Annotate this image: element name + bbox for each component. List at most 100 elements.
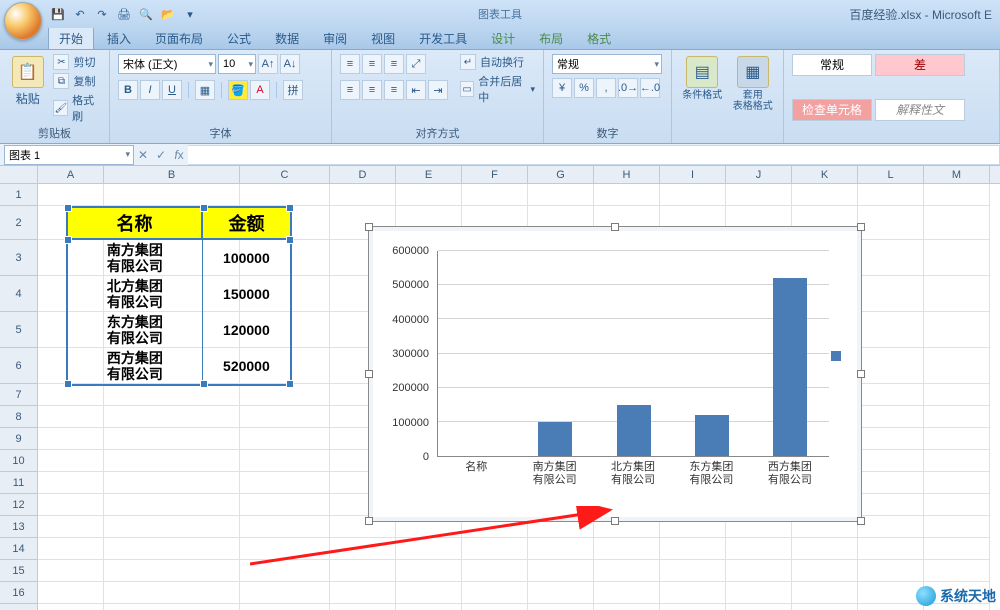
number-format-combo[interactable]: 常规 — [552, 54, 662, 74]
chart-handle[interactable] — [857, 223, 865, 231]
style-bad[interactable]: 差 — [875, 54, 965, 76]
row-7[interactable]: 7 — [0, 384, 37, 406]
selection-handle[interactable] — [286, 204, 294, 212]
chart-handle[interactable] — [857, 370, 865, 378]
row-15[interactable]: 15 — [0, 560, 37, 582]
tab-home[interactable]: 开始 — [48, 26, 94, 49]
row-2[interactable]: 2 — [0, 206, 37, 240]
row-17[interactable]: 17 — [0, 604, 37, 610]
format-as-table-button[interactable]: ▦ 套用 表格格式 — [731, 54, 776, 112]
qat-undo-icon[interactable]: ↶ — [72, 6, 88, 22]
row-16[interactable]: 16 — [0, 582, 37, 604]
tab-insert[interactable]: 插入 — [96, 26, 142, 49]
font-size-combo[interactable]: 10 — [218, 54, 256, 74]
border-button[interactable]: ▦ — [195, 80, 215, 100]
name-box[interactable]: 图表 1 — [4, 145, 134, 165]
qat-print-icon[interactable]: 🖨 — [116, 6, 132, 22]
col-d[interactable]: D — [330, 166, 396, 184]
cut-button[interactable]: ✂剪切 — [53, 54, 101, 70]
orientation-button[interactable]: ⤢ — [406, 54, 426, 74]
chart-handle[interactable] — [611, 223, 619, 231]
selection-handle[interactable] — [200, 204, 208, 212]
tab-view[interactable]: 视图 — [360, 26, 406, 49]
chart-handle[interactable] — [365, 223, 373, 231]
shrink-font-button[interactable]: A↓ — [280, 54, 300, 74]
row-8[interactable]: 8 — [0, 406, 37, 428]
col-i[interactable]: I — [660, 166, 726, 184]
row-1[interactable]: 1 — [0, 184, 37, 206]
qat-save-icon[interactable]: 💾 — [50, 6, 66, 22]
style-normal[interactable]: 常规 — [792, 54, 872, 76]
tab-review[interactable]: 审阅 — [312, 26, 358, 49]
currency-button[interactable]: ¥ — [552, 78, 572, 98]
align-bottom-button[interactable]: ≡ — [384, 54, 404, 74]
enter-icon[interactable]: ✓ — [152, 148, 170, 162]
fill-color-button[interactable]: 🪣 — [228, 80, 248, 100]
col-a[interactable]: A — [38, 166, 104, 184]
align-middle-button[interactable]: ≡ — [362, 54, 382, 74]
tab-chart-design[interactable]: 设计 — [480, 26, 526, 49]
percent-button[interactable]: % — [574, 78, 594, 98]
chart-object[interactable]: 0 100000 200000 300000 400000 500000 600… — [368, 226, 862, 522]
selection-handle[interactable] — [64, 236, 72, 244]
qat-open-icon[interactable]: 📂 — [160, 6, 176, 22]
bold-button[interactable]: B — [118, 80, 138, 100]
underline-button[interactable]: U — [162, 80, 182, 100]
row-4[interactable]: 4 — [0, 276, 37, 312]
dec-decimal-button[interactable]: ←.0 — [640, 78, 660, 98]
style-explain[interactable]: 解释性文 — [875, 99, 965, 121]
tab-chart-format[interactable]: 格式 — [576, 26, 622, 49]
selection-handle[interactable] — [64, 204, 72, 212]
tab-layout[interactable]: 页面布局 — [144, 26, 214, 49]
align-left-button[interactable]: ≡ — [340, 80, 360, 100]
chart-handle[interactable] — [365, 370, 373, 378]
tab-data[interactable]: 数据 — [264, 26, 310, 49]
qat-preview-icon[interactable]: 🔍 — [138, 6, 154, 22]
col-g[interactable]: G — [528, 166, 594, 184]
tab-formulas[interactable]: 公式 — [216, 26, 262, 49]
col-l[interactable]: L — [858, 166, 924, 184]
col-f[interactable]: F — [462, 166, 528, 184]
chart-plot-area[interactable]: 0 100000 200000 300000 400000 500000 600… — [383, 241, 847, 507]
cancel-icon[interactable]: ✕ — [134, 148, 152, 162]
format-painter-button[interactable]: 🖌格式刷 — [53, 92, 101, 124]
comma-button[interactable]: , — [596, 78, 616, 98]
selected-range[interactable]: 名称金额 南方集团有限公司100000 北方集团有限公司150000 东方集团有… — [66, 206, 292, 386]
font-color-button[interactable]: A — [250, 80, 270, 100]
selection-handle[interactable] — [286, 236, 294, 244]
col-b[interactable]: B — [104, 166, 240, 184]
merge-center-button[interactable]: ▭合并后居中▾ — [460, 73, 535, 105]
inc-decimal-button[interactable]: .0→ — [618, 78, 638, 98]
col-k[interactable]: K — [792, 166, 858, 184]
row-9[interactable]: 9 — [0, 428, 37, 450]
col-c[interactable]: C — [240, 166, 330, 184]
tab-developer[interactable]: 开发工具 — [408, 26, 478, 49]
indent-inc-button[interactable]: ⇥ — [428, 80, 448, 100]
col-j[interactable]: J — [726, 166, 792, 184]
align-center-button[interactable]: ≡ — [362, 80, 382, 100]
wrap-text-button[interactable]: ↵自动换行 — [460, 54, 535, 70]
qat-redo-icon[interactable]: ↷ — [94, 6, 110, 22]
grow-font-button[interactable]: A↑ — [258, 54, 278, 74]
align-top-button[interactable]: ≡ — [340, 54, 360, 74]
row-3[interactable]: 3 — [0, 240, 37, 276]
row-10[interactable]: 10 — [0, 450, 37, 472]
font-name-combo[interactable]: 宋体 (正文) — [118, 54, 216, 74]
selection-handle[interactable] — [64, 380, 72, 388]
conditional-format-button[interactable]: ▤ 条件格式 — [680, 54, 725, 101]
fx-icon[interactable]: fx — [170, 148, 188, 162]
qat-dropdown-icon[interactable]: ▾ — [182, 6, 198, 22]
copy-button[interactable]: ⧉复制 — [53, 73, 101, 89]
paste-button[interactable]: 📋 粘贴 — [8, 54, 47, 107]
selection-handle[interactable] — [200, 380, 208, 388]
row-13[interactable]: 13 — [0, 516, 37, 538]
worksheet[interactable]: A B C D E F G H I J K L M 12345678910111… — [0, 166, 1000, 610]
align-right-button[interactable]: ≡ — [384, 80, 404, 100]
row-11[interactable]: 11 — [0, 472, 37, 494]
column-headers[interactable]: A B C D E F G H I J K L M — [38, 166, 1000, 184]
indent-dec-button[interactable]: ⇤ — [406, 80, 426, 100]
col-e[interactable]: E — [396, 166, 462, 184]
italic-button[interactable]: I — [140, 80, 160, 100]
row-5[interactable]: 5 — [0, 312, 37, 348]
chart-handle[interactable] — [611, 517, 619, 525]
